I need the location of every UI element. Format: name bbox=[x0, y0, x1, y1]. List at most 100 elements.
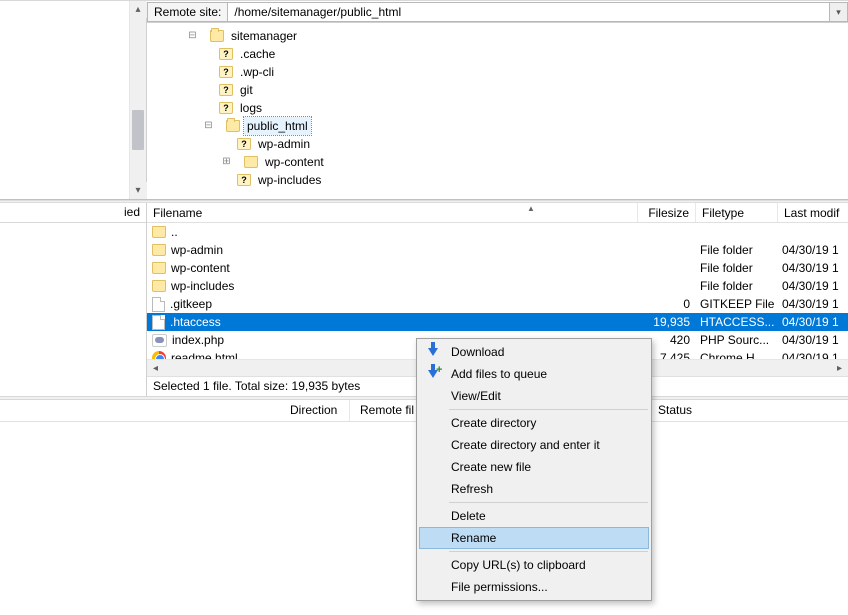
menu-label: Copy URL(s) to clipboard bbox=[451, 558, 586, 572]
menu-label: Create new file bbox=[451, 460, 531, 474]
unknown-folder-icon: ? bbox=[219, 102, 233, 114]
local-scrollbar[interactable]: ▴ ▾ bbox=[129, 1, 146, 199]
unknown-folder-icon: ? bbox=[219, 84, 233, 96]
local-tree-pane: ▴ ▾ bbox=[0, 1, 147, 199]
menu-rename[interactable]: Rename bbox=[419, 527, 649, 549]
file-row[interactable]: .htaccess 19,935HTACCESS...04/30/19 1 bbox=[147, 313, 848, 331]
tree-item[interactable]: ? wp-includes bbox=[155, 171, 848, 189]
collapse-icon[interactable]: ⊟ bbox=[203, 121, 214, 132]
menu-separator bbox=[449, 409, 648, 410]
tree-label[interactable]: git bbox=[237, 81, 256, 99]
file-type: File folder bbox=[696, 261, 778, 275]
scroll-up-icon[interactable]: ▴ bbox=[130, 1, 147, 18]
file-size: 19,935 bbox=[638, 315, 696, 329]
remote-site-label: Remote site: bbox=[147, 2, 228, 22]
remote-path-input[interactable]: /home/sitemanager/public_html bbox=[228, 2, 830, 22]
tree-label[interactable]: wp-admin bbox=[255, 135, 313, 153]
tree-item[interactable]: ⊞ wp-content bbox=[155, 153, 848, 171]
folder-icon bbox=[226, 120, 240, 132]
file-type: File folder bbox=[696, 243, 778, 257]
file-type: HTACCESS... bbox=[696, 315, 778, 329]
col-direction[interactable]: Direction bbox=[280, 400, 350, 421]
tree-item[interactable]: ? .wp-cli bbox=[155, 63, 848, 81]
menu-label: Delete bbox=[451, 509, 486, 523]
unknown-folder-icon: ? bbox=[237, 138, 251, 150]
col-filesize[interactable]: Filesize bbox=[638, 203, 696, 222]
menu-refresh[interactable]: Refresh bbox=[419, 478, 649, 500]
tree-item[interactable]: ? logs bbox=[155, 99, 848, 117]
folder-icon bbox=[210, 30, 224, 42]
scroll-down-icon[interactable]: ▾ bbox=[130, 182, 147, 199]
file-name: .. bbox=[171, 225, 178, 239]
menu-permissions[interactable]: File permissions... bbox=[419, 576, 649, 598]
unknown-folder-icon: ? bbox=[237, 174, 251, 186]
local-column-header[interactable]: ied bbox=[0, 203, 146, 223]
file-name: .htaccess bbox=[170, 315, 221, 329]
menu-create-dir-enter[interactable]: Create directory and enter it bbox=[419, 434, 649, 456]
collapse-icon[interactable]: ⊟ bbox=[187, 31, 198, 42]
scroll-right-icon[interactable]: ▸ bbox=[831, 360, 848, 377]
download-icon bbox=[425, 344, 441, 360]
col-lastmod[interactable]: Last modif bbox=[778, 203, 848, 222]
file-row[interactable]: wp-includesFile folder04/30/19 1 bbox=[147, 277, 848, 295]
file-row[interactable]: .gitkeep0GITKEEP File04/30/19 1 bbox=[147, 295, 848, 313]
file-name: index.php bbox=[172, 333, 224, 347]
menu-copy-url[interactable]: Copy URL(s) to clipboard bbox=[419, 554, 649, 576]
menu-label: View/Edit bbox=[451, 389, 501, 403]
file-type: PHP Sourc... bbox=[696, 333, 778, 347]
menu-add-to-queue[interactable]: Add files to queue bbox=[419, 363, 649, 385]
tree-item[interactable]: ? git bbox=[155, 81, 848, 99]
menu-label: Refresh bbox=[451, 482, 493, 496]
tree-label-selected[interactable]: public_html bbox=[244, 117, 311, 135]
folder-icon bbox=[152, 280, 166, 292]
remote-path-dropdown[interactable]: ▾ bbox=[830, 2, 848, 22]
tree-label[interactable]: wp-content bbox=[262, 153, 327, 171]
expand-icon[interactable]: ⊞ bbox=[221, 157, 232, 168]
scroll-left-icon[interactable]: ◂ bbox=[147, 360, 164, 377]
file-date: 04/30/19 1 bbox=[778, 261, 848, 275]
unknown-folder-icon: ? bbox=[219, 48, 233, 60]
file-icon bbox=[152, 297, 165, 312]
menu-separator bbox=[449, 502, 648, 503]
menu-create-file[interactable]: Create new file bbox=[419, 456, 649, 478]
tree-label[interactable]: wp-includes bbox=[255, 171, 324, 189]
file-row[interactable]: wp-contentFile folder04/30/19 1 bbox=[147, 259, 848, 277]
file-date: 04/30/19 1 bbox=[778, 333, 848, 347]
menu-delete[interactable]: Delete bbox=[419, 505, 649, 527]
menu-label: Create directory and enter it bbox=[451, 438, 600, 452]
tree-item[interactable]: ? wp-admin bbox=[155, 135, 848, 153]
file-date: 04/30/19 1 bbox=[778, 351, 848, 359]
tree-label[interactable]: .cache bbox=[237, 45, 278, 63]
tree-item[interactable]: ? .cache bbox=[155, 45, 848, 63]
scroll-thumb[interactable] bbox=[132, 110, 144, 150]
col-status[interactable]: Status bbox=[648, 400, 768, 421]
sort-asc-icon: ▲ bbox=[527, 204, 535, 213]
tree-label[interactable]: sitemanager bbox=[228, 27, 300, 45]
file-row[interactable]: wp-adminFile folder04/30/19 1 bbox=[147, 241, 848, 259]
tree-item[interactable]: ⊟ sitemanager bbox=[155, 27, 848, 45]
menu-view-edit[interactable]: View/Edit bbox=[419, 385, 649, 407]
folder-icon bbox=[152, 226, 166, 238]
col-filetype[interactable]: Filetype bbox=[696, 203, 778, 222]
file-row[interactable]: .. bbox=[147, 223, 848, 241]
menu-download[interactable]: Download bbox=[419, 341, 649, 363]
file-type: GITKEEP File bbox=[696, 297, 778, 311]
tree-label[interactable]: .wp-cli bbox=[237, 63, 277, 81]
menu-create-dir[interactable]: Create directory bbox=[419, 412, 649, 434]
php-file-icon bbox=[152, 334, 167, 347]
menu-label: Add files to queue bbox=[451, 367, 547, 381]
file-date: 04/30/19 1 bbox=[778, 297, 848, 311]
col-filename[interactable]: Filename bbox=[147, 203, 638, 222]
file-icon bbox=[152, 315, 165, 330]
menu-label: File permissions... bbox=[451, 580, 548, 594]
file-type: Chrome H... bbox=[696, 351, 778, 359]
file-list-header[interactable]: Filename ▲ Filesize Filetype Last modif bbox=[147, 203, 848, 223]
file-date: 04/30/19 1 bbox=[778, 315, 848, 329]
file-name: wp-admin bbox=[171, 243, 223, 257]
tree-item[interactable]: ⊟ public_html bbox=[155, 117, 848, 135]
tree-label[interactable]: logs bbox=[237, 99, 265, 117]
menu-label: Create directory bbox=[451, 416, 536, 430]
context-menu: Download Add files to queue View/Edit Cr… bbox=[416, 338, 652, 601]
unknown-folder-icon: ? bbox=[219, 66, 233, 78]
remote-tree[interactable]: ⊟ sitemanager ? .cache ? .wp-cli bbox=[147, 23, 848, 199]
